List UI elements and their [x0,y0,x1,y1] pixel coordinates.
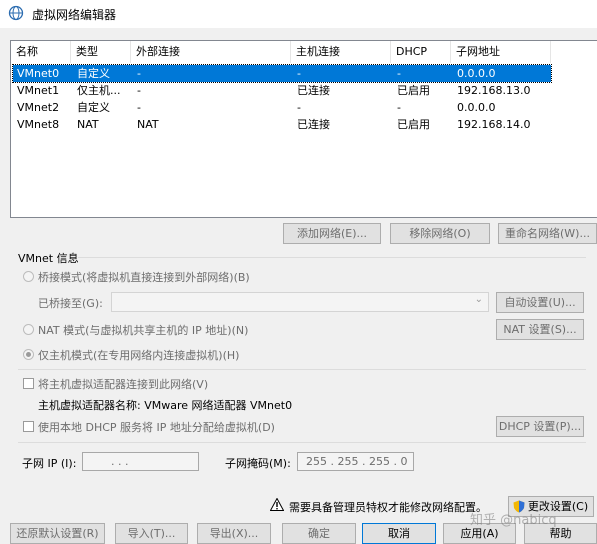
admin-warning-text: 需要具备管理员特权才能修改网络配置。 [289,501,487,514]
group-divider [78,257,586,258]
chevron-down-icon: ⌄ [474,294,483,305]
rename-network-button[interactable]: 重命名网络(W)... [498,223,597,244]
cell-dhcp: - [397,101,401,114]
connect-adapter-checkbox[interactable] [23,378,34,389]
cell-dhcp: - [397,67,401,80]
column-header-dhcp[interactable]: DHCP [391,41,451,63]
dhcp-checkbox[interactable] [23,421,34,432]
cell-name: VMnet2 [17,101,60,114]
bridge-adapter-select[interactable]: ⌄ [111,292,489,312]
divider [18,369,586,370]
bridge-mode-label: 桥接模式(将虚拟机直接连接到外部网络)(B) [38,271,250,284]
cell-dhcp: 已启用 [397,118,430,131]
cell-host: - [297,67,301,80]
cell-name: VMnet0 [17,67,60,80]
divider [18,442,586,443]
host-only-radio[interactable] [23,349,34,360]
dhcp-settings-button[interactable]: DHCP 设置(P)... [496,416,584,437]
warning-icon [270,498,284,511]
watermark: 知乎 @nabicq [470,513,557,528]
column-header-external[interactable]: 外部连接 [131,41,291,63]
host-only-label: 仅主机模式(在专用网络内连接虚拟机)(H) [38,349,240,362]
ok-button[interactable]: 确定 [282,523,356,544]
cell-type: 自定义 [77,101,110,114]
subnet-ip-field[interactable]: . . . [82,452,199,471]
cell-host: 已连接 [297,118,330,131]
cell-external: NAT [137,118,159,131]
subnet-ip-label: 子网 IP (I): [22,457,77,470]
cell-subnet: 192.168.14.0 [457,118,531,131]
cell-host: - [297,101,301,114]
remove-network-button[interactable]: 移除网络(O) [390,223,490,244]
column-header-host[interactable]: 主机连接 [291,41,391,63]
subnet-mask-label: 子网掩码(M): [225,457,291,470]
column-header-name[interactable]: 名称 [11,41,71,63]
nat-mode-label: NAT 模式(与虚拟机共享主机的 IP 地址)(N) [38,324,249,337]
cell-subnet: 192.168.13.0 [457,84,531,97]
cell-dhcp: 已启用 [397,84,430,97]
subnet-mask-field[interactable]: 255 . 255 . 255 . 0 [297,452,414,471]
cell-external: - [137,67,141,80]
nat-settings-button[interactable]: NAT 设置(S)... [496,319,584,340]
vmnet-info-title: VMnet 信息 [18,252,79,265]
window-title: 虚拟网络编辑器 [32,8,117,22]
export-button[interactable]: 导出(X)... [197,523,271,544]
table-row[interactable]: VMnet8 NAT NAT 已连接 已启用 192.168.14.0 [13,116,551,133]
bridge-to-label: 已桥接至(G): [38,297,103,310]
column-header-subnet[interactable]: 子网地址 [451,41,551,63]
cell-host: 已连接 [297,84,330,97]
dhcp-label: 使用本地 DHCP 服务将 IP 地址分配给虚拟机(D) [38,421,275,434]
cell-name: VMnet1 [17,84,60,97]
auto-settings-button[interactable]: 自动设置(U)... [496,292,584,313]
table-row[interactable]: VMnet0 自定义 - - - 0.0.0.0 [12,64,552,83]
cell-subnet: 0.0.0.0 [457,67,496,80]
network-list[interactable]: 名称 类型 外部连接 主机连接 DHCP 子网地址 VMnet0 自定义 - -… [10,40,597,218]
import-button[interactable]: 导入(T)... [115,523,188,544]
column-header-type[interactable]: 类型 [71,41,131,63]
cell-type: 仅主机... [77,84,121,97]
bridge-mode-radio[interactable] [23,271,34,282]
table-row[interactable]: VMnet2 自定义 - - - 0.0.0.0 [13,99,551,116]
add-network-button[interactable]: 添加网络(E)... [283,223,381,244]
nat-mode-radio[interactable] [23,324,34,335]
table-row[interactable]: VMnet1 仅主机... - 已连接 已启用 192.168.13.0 [13,82,551,99]
cancel-button[interactable]: 取消 [362,523,436,544]
adapter-name-label: 主机虚拟适配器名称: VMware 网络适配器 VMnet0 [38,399,293,412]
cell-type: NAT [77,118,99,131]
cell-external: - [137,84,141,97]
cell-subnet: 0.0.0.0 [457,101,496,114]
cell-type: 自定义 [77,67,110,80]
cell-external: - [137,101,141,114]
cell-name: VMnet8 [17,118,60,131]
connect-adapter-label: 将主机虚拟适配器连接到此网络(V) [38,378,209,391]
restore-defaults-button[interactable]: 还原默认设置(R) [10,523,105,544]
network-globe-icon [8,5,24,21]
